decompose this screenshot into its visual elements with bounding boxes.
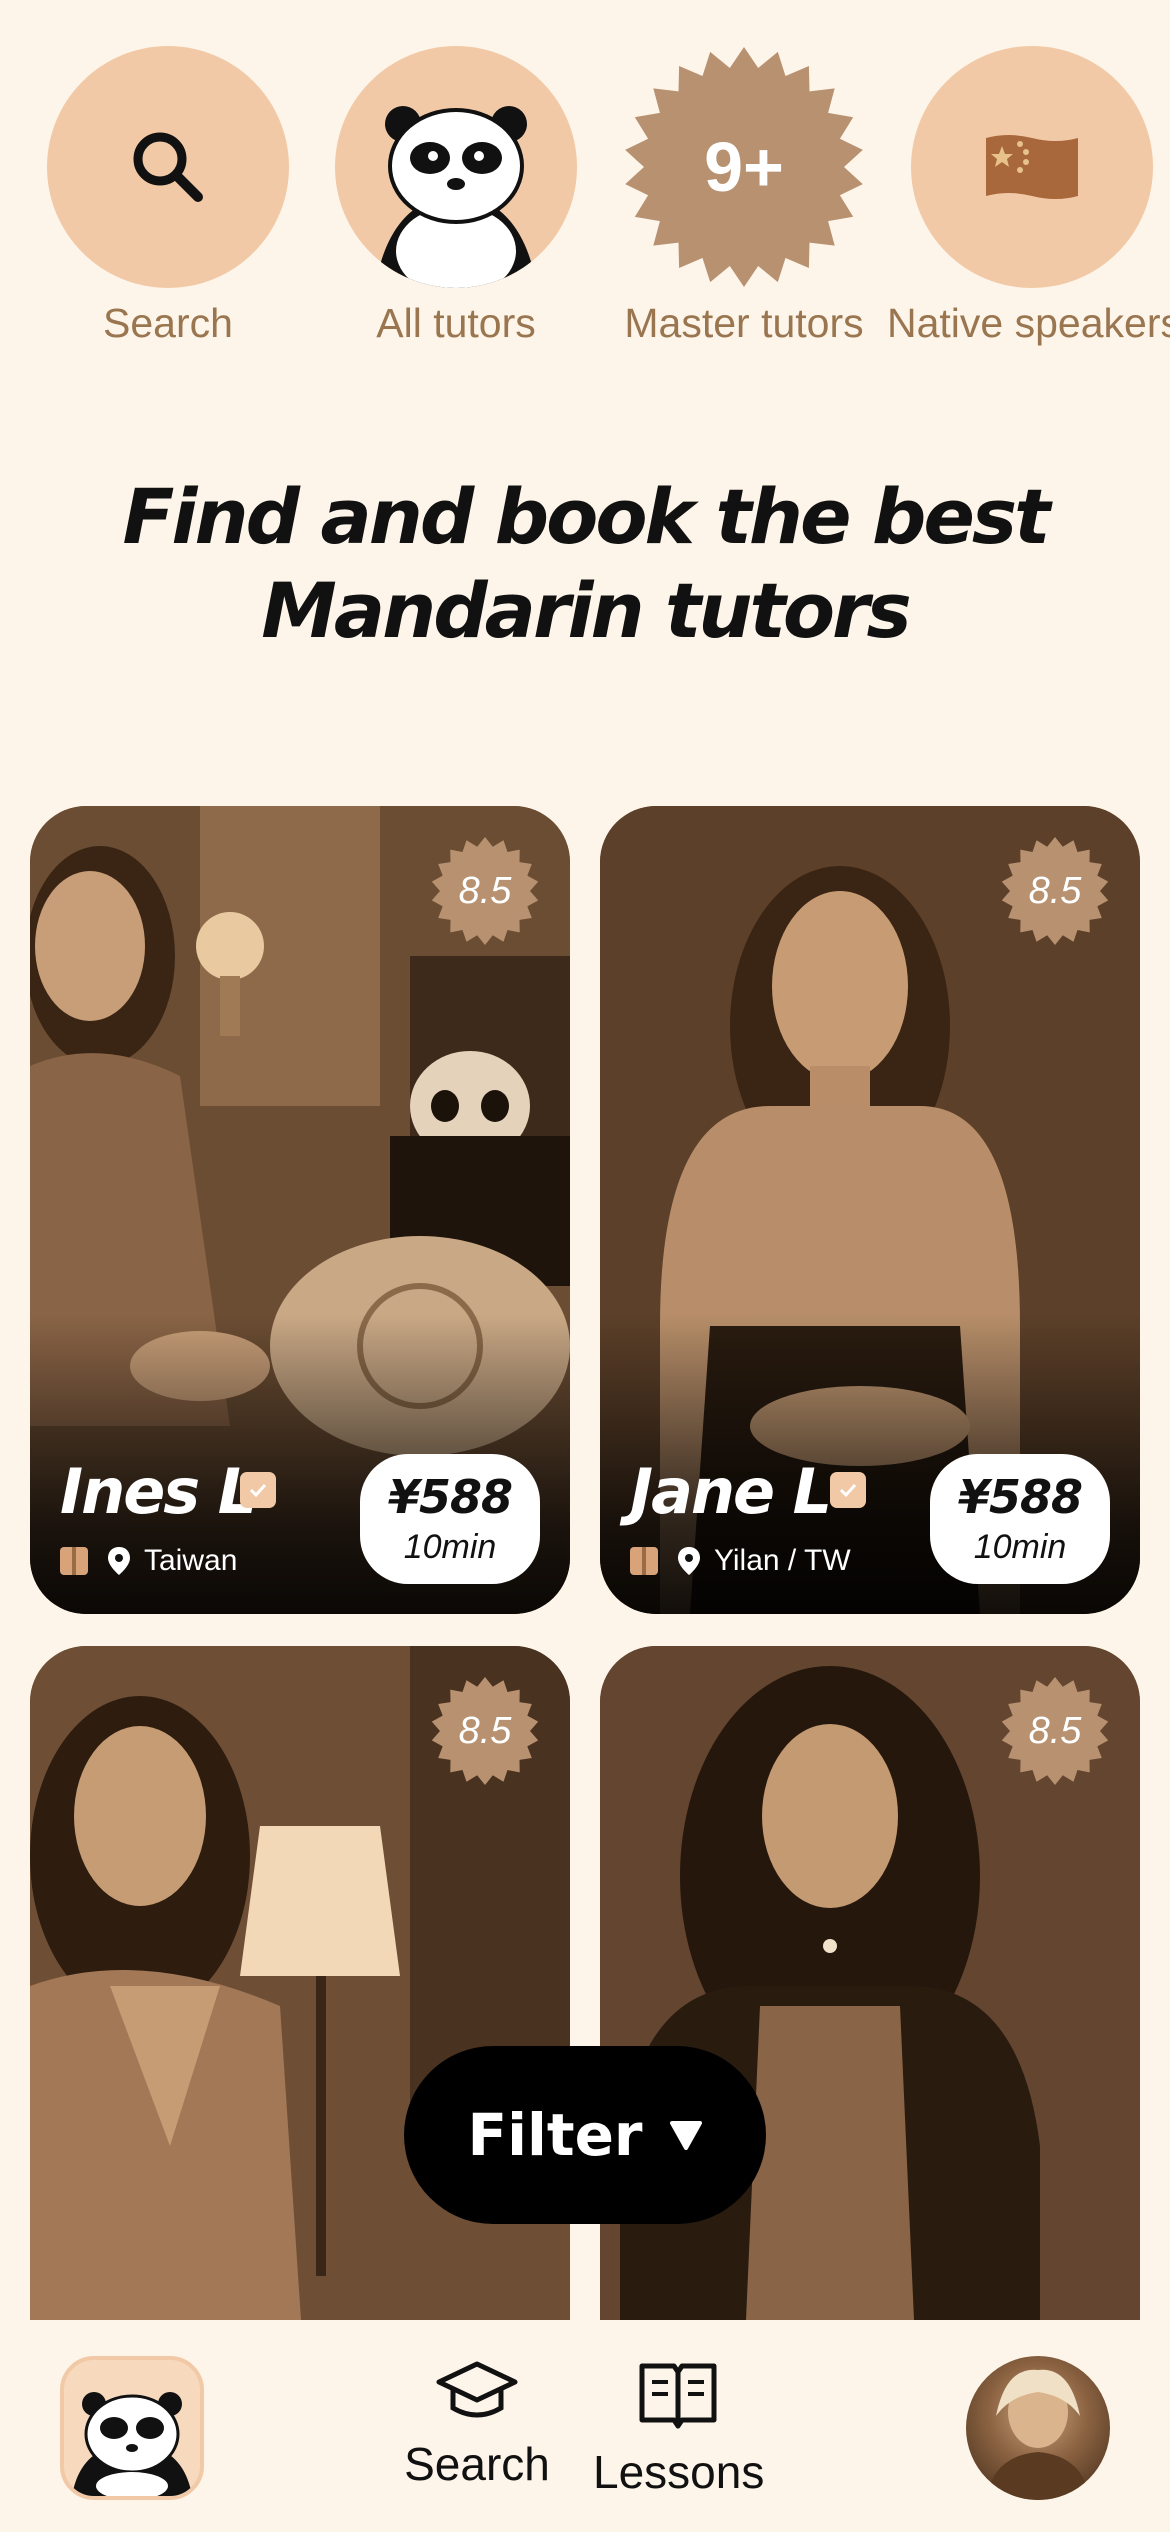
category-all-tutors-circle[interactable] bbox=[335, 46, 577, 288]
bottom-nav: Search Lessons bbox=[0, 2320, 1170, 2532]
category-label: All tutors bbox=[376, 300, 536, 346]
nav-search-label: Search bbox=[404, 2438, 550, 2490]
book-open-icon bbox=[639, 2363, 717, 2429]
tutor-card[interactable]: 8.5 Ines L Taiwan ¥588 10min bbox=[30, 806, 570, 1614]
avatar-image bbox=[986, 2369, 1090, 2500]
category-native-speakers[interactable]: Native speakers bbox=[887, 46, 1170, 347]
master-tutors-badge[interactable]: 9+ bbox=[623, 46, 865, 288]
book-icon bbox=[630, 1547, 658, 1575]
tutor-meta: Yilan / TW bbox=[630, 1544, 851, 1578]
filter-label: Filter bbox=[467, 2101, 643, 2169]
badge-count: 9+ bbox=[704, 128, 784, 206]
location-pin-icon bbox=[108, 1547, 130, 1575]
verified-icon bbox=[240, 1472, 276, 1508]
category-all-tutors[interactable]: All tutors bbox=[311, 46, 601, 347]
rating-value: 8.5 bbox=[1028, 1709, 1082, 1752]
price-amount: ¥588 bbox=[387, 1470, 513, 1524]
graduation-cap-icon bbox=[436, 2361, 518, 2418]
headline-line-1: Find and book the best bbox=[122, 472, 1051, 561]
panda-icon bbox=[375, 106, 537, 288]
tutor-card[interactable]: 8.5 Jane L Yilan / TW ¥588 10min bbox=[600, 806, 1140, 1614]
price-duration: 10min bbox=[973, 1528, 1067, 1566]
category-label: Search bbox=[103, 300, 233, 346]
price-duration: 10min bbox=[403, 1528, 497, 1566]
tutor-location: Taiwan bbox=[144, 1544, 238, 1577]
price-pill[interactable]: ¥588 10min bbox=[360, 1454, 540, 1584]
rating-badge: 8.5 bbox=[1000, 1676, 1110, 1786]
china-flag-icon bbox=[986, 135, 1078, 199]
page-headline: Find and book the best Mandarin tutors bbox=[0, 470, 1170, 658]
category-label: Master tutors bbox=[624, 300, 864, 346]
nav-lessons-label: Lessons bbox=[593, 2446, 765, 2498]
rating-badge: 8.5 bbox=[430, 1676, 540, 1786]
category-row: Search All tutors 9+ Master tutors Nativ… bbox=[0, 46, 1170, 366]
rating-badge: 8.5 bbox=[430, 836, 540, 946]
category-search[interactable]: Search bbox=[23, 46, 313, 347]
triangle-down-icon bbox=[669, 2121, 702, 2150]
rating-value: 8.5 bbox=[458, 1709, 512, 1752]
search-icon bbox=[133, 132, 203, 202]
category-native-speakers-circle[interactable] bbox=[911, 46, 1153, 288]
nav-lessons[interactable]: Lessons bbox=[593, 2360, 765, 2499]
book-icon bbox=[60, 1547, 88, 1575]
tutor-name: Ines L bbox=[60, 1455, 257, 1528]
rating-badge: 8.5 bbox=[1000, 836, 1110, 946]
rating-value: 8.5 bbox=[458, 869, 512, 912]
panda-icon bbox=[72, 2392, 192, 2496]
tutor-location: Yilan / TW bbox=[714, 1544, 851, 1577]
profile-avatar[interactable] bbox=[966, 2356, 1110, 2500]
rating-value: 8.5 bbox=[1028, 869, 1082, 912]
verified-icon bbox=[830, 1472, 866, 1508]
location-pin-icon bbox=[678, 1547, 700, 1575]
category-master-tutors[interactable]: 9+ Master tutors bbox=[599, 46, 889, 347]
category-label: Native speakers bbox=[887, 300, 1170, 346]
headline-line-2: Mandarin tutors bbox=[261, 566, 912, 655]
category-search-circle[interactable] bbox=[47, 46, 289, 288]
nav-home-button[interactable] bbox=[60, 2356, 204, 2500]
filter-button[interactable]: Filter bbox=[404, 2046, 766, 2224]
price-amount: ¥588 bbox=[957, 1470, 1083, 1524]
nav-search[interactable]: Search bbox=[392, 2360, 562, 2491]
tutor-meta: Taiwan bbox=[60, 1544, 237, 1578]
tutor-name: Jane L bbox=[630, 1455, 832, 1528]
price-pill[interactable]: ¥588 10min bbox=[930, 1454, 1110, 1584]
